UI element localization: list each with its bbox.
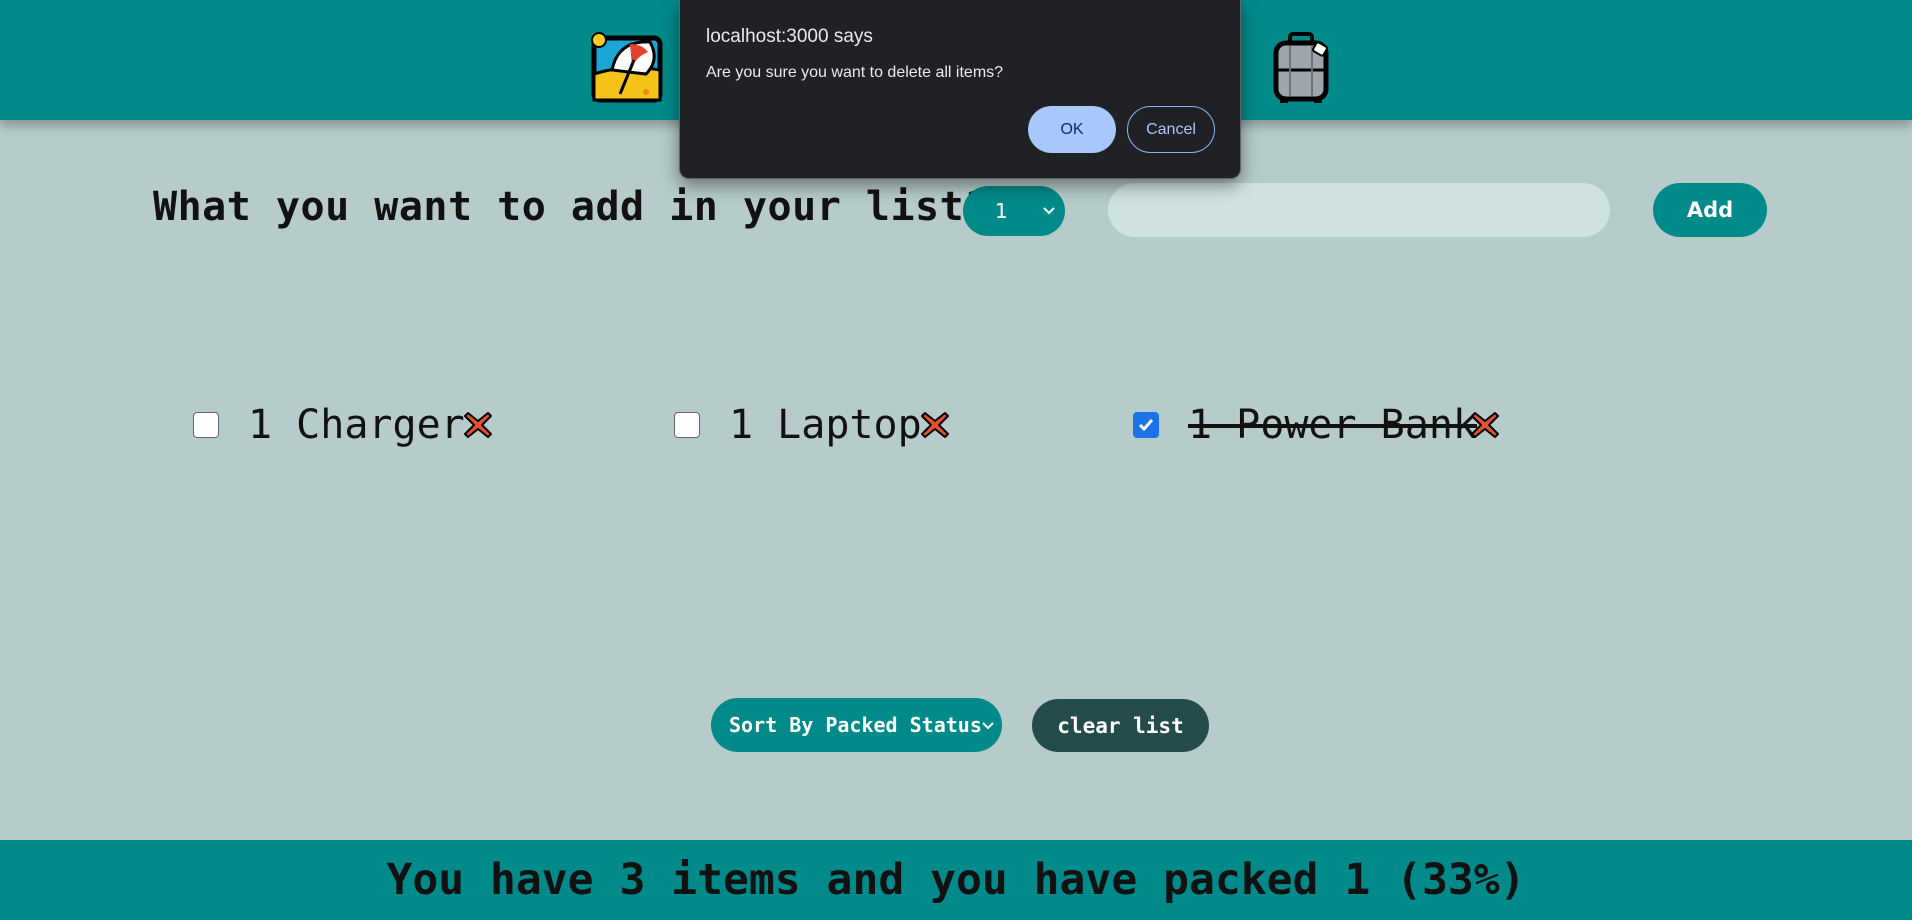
item-label: 1 Power Bank <box>1188 402 1477 448</box>
item-input[interactable] <box>1108 183 1610 237</box>
delete-icon[interactable] <box>1470 410 1500 440</box>
stats-footer: You have 3 items and you have packed 1 (… <box>0 840 1912 920</box>
quantity-value: 1 <box>995 199 1008 223</box>
stats-text: You have 3 items and you have packed 1 (… <box>386 855 1526 905</box>
chevron-down-icon <box>1041 201 1057 221</box>
packed-checkbox[interactable] <box>674 412 700 438</box>
add-button[interactable]: Add <box>1653 183 1767 237</box>
luggage-icon <box>1264 30 1340 106</box>
chevron-down-icon <box>980 716 996 736</box>
cancel-button[interactable]: Cancel <box>1127 106 1215 153</box>
confirm-dialog: localhost:3000 says Are you sure you wan… <box>679 0 1241 179</box>
beach-umbrella-icon <box>590 30 666 106</box>
clear-list-button[interactable]: clear list <box>1032 699 1209 752</box>
sort-select[interactable]: Sort By Packed Status <box>711 698 1002 752</box>
ok-button[interactable]: OK <box>1028 106 1116 153</box>
quantity-select[interactable]: 1 <box>963 186 1065 236</box>
delete-icon[interactable] <box>463 410 493 440</box>
delete-icon[interactable] <box>920 410 950 440</box>
packed-checkbox[interactable] <box>193 412 219 438</box>
item-label: 1 Charger <box>248 402 465 448</box>
add-item-form: What you want to add in your list? 1 Add <box>0 178 1912 244</box>
item-label: 1 Laptop <box>729 402 922 448</box>
form-title: What you want to add in your list? <box>153 184 989 230</box>
packed-checkbox[interactable] <box>1133 412 1159 438</box>
dialog-title: localhost:3000 says <box>706 26 873 47</box>
dialog-message: Are you sure you want to delete all item… <box>706 64 1004 81</box>
sort-select-label: Sort By Packed Status <box>729 713 982 737</box>
